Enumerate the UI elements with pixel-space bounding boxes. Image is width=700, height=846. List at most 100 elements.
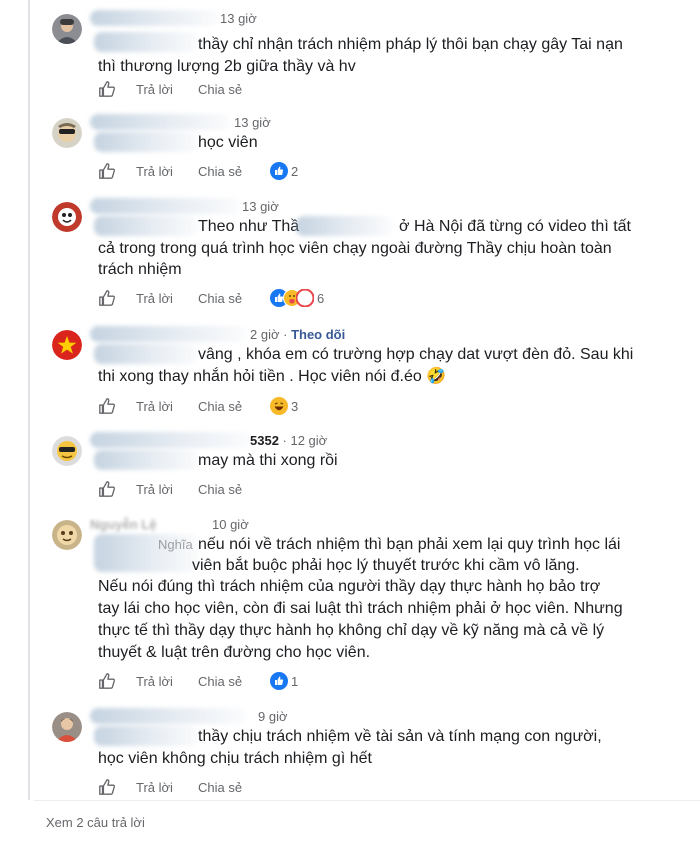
like-reaction-icon — [270, 162, 288, 180]
comment-time[interactable]: 13 giờ — [220, 11, 257, 26]
reaction-count: 1 — [291, 673, 299, 689]
author-name-blurred[interactable] — [90, 708, 246, 724]
like-icon[interactable] — [98, 672, 116, 690]
comment: 13 giờ thầy chỉ nhận trách nhiệm pháp lý… — [52, 8, 692, 100]
avatar[interactable] — [52, 14, 82, 44]
comment-line: học viên không chịu trách nhiệm gì hết — [98, 750, 372, 767]
comment-line: thầy chỉ nhận trách nhiệm pháp lý thôi b… — [198, 36, 623, 53]
comment-line: thi xong thay nhắn hỏi tiền . Học viên n… — [98, 368, 447, 385]
blurred-text — [94, 726, 198, 746]
comment-time[interactable]: 2 giờ — [250, 327, 280, 342]
share-button[interactable]: Chia sẻ — [198, 482, 242, 497]
share-button[interactable]: Chia sẻ — [198, 674, 242, 689]
like-icon[interactable] — [98, 162, 116, 180]
author-name-tail[interactable]: 5352 — [250, 433, 279, 448]
like-icon[interactable] — [98, 397, 116, 415]
reply-button[interactable]: Trả lời — [136, 399, 173, 414]
reaction-summary[interactable]: 1 — [270, 672, 298, 690]
follow-button[interactable]: Theo dõi — [291, 327, 345, 342]
comment-line: thuyết & luật trên đường cho học viên. — [98, 644, 371, 661]
avatar[interactable] — [52, 712, 82, 742]
comment-time[interactable]: 13 giờ — [234, 115, 271, 130]
share-button[interactable]: Chia sẻ — [198, 82, 242, 97]
like-icon[interactable] — [98, 289, 116, 307]
author-name-tail: Nghĩa — [158, 537, 193, 552]
author-name-blurred[interactable] — [90, 114, 230, 130]
comment-meta: 13 giờ — [90, 196, 690, 218]
reaction-summary[interactable]: 6 — [270, 289, 324, 307]
blurred-text — [94, 132, 198, 152]
view-more-replies-button[interactable]: Xem 2 câu trả lời — [46, 815, 145, 830]
comment-line: nếu nói về trách nhiệm thì bạn phải xem … — [198, 536, 621, 553]
share-button[interactable]: Chia sẻ — [198, 780, 242, 795]
reaction-count: 6 — [317, 290, 325, 306]
author-name-partial[interactable]: Nguyễn Lệ — [90, 517, 156, 532]
comment-line: học viên — [198, 134, 258, 151]
blurred-text — [296, 216, 392, 236]
comment: 13 giờ Theo như Thầ ở Hà Nội đã từng có … — [52, 196, 692, 312]
comment-meta-text: 5352 · 12 giờ — [250, 433, 328, 448]
haha-reaction-icon — [296, 289, 314, 307]
avatar[interactable] — [52, 202, 82, 232]
comment-line: viên bắt buộc phải học lý thuyết trước k… — [192, 557, 580, 574]
reply-button[interactable]: Trả lời — [136, 674, 173, 689]
comment-time[interactable]: 10 giờ — [212, 517, 249, 532]
comment-actions: Trả lời Chia sẻ — [98, 778, 658, 798]
like-icon[interactable] — [98, 778, 116, 796]
reply-button[interactable]: Trả lời — [136, 291, 173, 306]
comment-line: thầy chịu trách nhiệm về tài sản và tính… — [198, 728, 602, 745]
blurred-text — [94, 216, 198, 236]
comment-time: 2 giờ · Theo dõi — [250, 327, 346, 342]
avatar[interactable] — [52, 330, 82, 360]
comment: 9 giờ thầy chịu trách nhiệm về tài sản v… — [52, 706, 692, 798]
author-name-blurred[interactable] — [90, 432, 250, 448]
comment-line: cả trong trong quá trình học viên chạy n… — [98, 240, 612, 257]
author-name-blurred[interactable] — [90, 198, 240, 214]
reply-button[interactable]: Trả lời — [136, 164, 173, 179]
avatar[interactable] — [52, 436, 82, 466]
comment-line: trách nhiệm — [98, 261, 182, 278]
author-name-blurred[interactable] — [90, 10, 218, 26]
comment-line: Nếu nói đúng thì trách nhiệm của người t… — [98, 578, 601, 595]
blurred-text — [94, 32, 198, 52]
comment-actions: Trả lời Chia sẻ 2 — [98, 162, 658, 182]
author-name-blurred[interactable] — [90, 326, 246, 342]
comment-line: thực tế thì thầy dạy thực hành họ không … — [98, 622, 605, 639]
haha-reaction-icon — [270, 397, 288, 415]
comment: 2 giờ · Theo dõi vâng , khóa em có trườn… — [52, 324, 692, 420]
comment: 13 giờ học viên Trả lời Chia sẻ 2 — [52, 112, 692, 184]
reaction-count: 2 — [291, 163, 299, 179]
comment-actions: Trả lời Chia sẻ 3 — [98, 397, 658, 417]
blurred-text — [94, 344, 198, 364]
reply-button[interactable]: Trả lời — [136, 780, 173, 795]
comment-line: may mà thi xong rồi — [198, 452, 338, 469]
like-reaction-icon — [270, 672, 288, 690]
comment-line: vâng , khóa em có trường hợp chạy dat vư… — [198, 346, 634, 363]
comment: Nguyễn Lệ 10 giờ Nghĩa nếu nói về trách … — [52, 514, 692, 694]
comment-line: Theo như Thầ — [198, 218, 300, 235]
share-button[interactable]: Chia sẻ — [198, 399, 242, 414]
avatar[interactable] — [52, 118, 82, 148]
comment-time[interactable]: 13 giờ — [242, 199, 279, 214]
reply-button[interactable]: Trả lời — [136, 482, 173, 497]
thread-line — [28, 0, 30, 800]
share-button[interactable]: Chia sẻ — [198, 291, 242, 306]
comment-meta: 2 giờ · Theo dõi — [90, 324, 690, 346]
comment-time[interactable]: 12 giờ — [290, 433, 327, 448]
comment-actions: Trả lời Chia sẻ 6 — [98, 289, 658, 309]
divider — [34, 800, 700, 801]
comment-time[interactable]: 9 giờ — [258, 709, 288, 724]
comment-line: thì thương lượng 2b giữa thầy và hv — [98, 58, 356, 75]
like-icon[interactable] — [98, 80, 116, 98]
reaction-summary[interactable]: 3 — [270, 397, 298, 415]
comment-meta: 5352 · 12 giờ — [90, 430, 690, 452]
avatar[interactable] — [52, 520, 82, 550]
like-icon[interactable] — [98, 480, 116, 498]
comment-line: ở Hà Nội đã từng có video thì tất — [399, 218, 631, 235]
reply-button[interactable]: Trả lời — [136, 82, 173, 97]
share-button[interactable]: Chia sẻ — [198, 164, 242, 179]
blurred-text — [94, 450, 198, 470]
reaction-count: 3 — [291, 398, 299, 414]
comment-actions: Trả lời Chia sẻ — [98, 80, 658, 100]
reaction-summary[interactable]: 2 — [270, 162, 298, 180]
